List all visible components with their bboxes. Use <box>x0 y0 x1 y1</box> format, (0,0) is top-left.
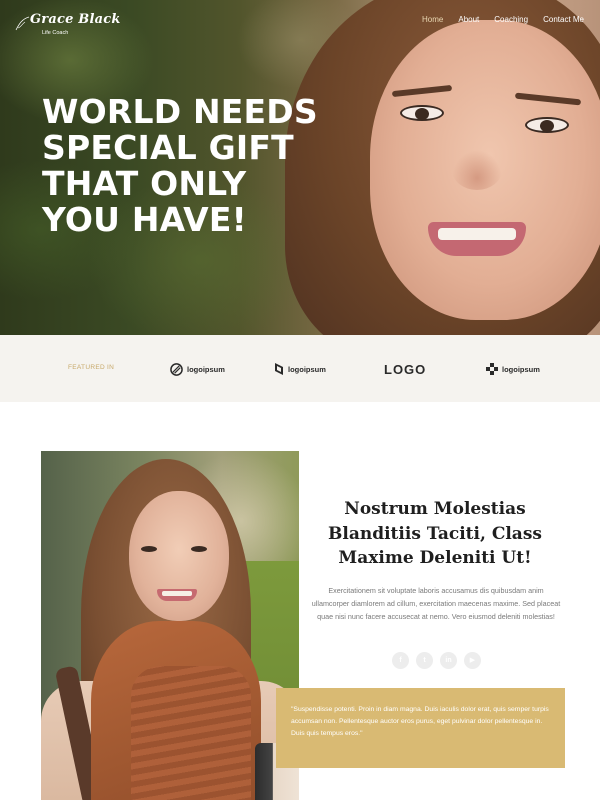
hero-title-line: THAT ONLY <box>42 164 247 203</box>
hero-title: WORLD NEEDS SPECIAL GIFT THAT ONLY YOU H… <box>42 94 332 238</box>
site-logo[interactable]: Grace Black Life Coach <box>14 10 120 38</box>
photo-scarf-knit <box>131 666 251 800</box>
nav-home[interactable]: Home <box>422 15 443 24</box>
facebook-icon[interactable]: f <box>392 652 409 669</box>
photo-eye-right <box>191 546 207 552</box>
brand-logo: logoipsum <box>170 361 225 377</box>
social-links: f t in ▶ <box>392 652 481 669</box>
hero-smile <box>428 222 526 256</box>
hero-eye-left <box>400 105 444 121</box>
hero-title-line: SPECIAL GIFT <box>42 128 294 167</box>
linkedin-glyph: in <box>445 657 452 664</box>
hero-nose <box>452 150 502 190</box>
logo-name: Grace Black <box>30 12 121 27</box>
brand-name: logoipsum <box>187 364 225 374</box>
linkedin-icon[interactable]: in <box>440 652 457 669</box>
brand-logo: logoipsum <box>486 361 540 377</box>
quote-box: "Suspendisse potenti. Proin in diam magn… <box>276 688 565 768</box>
featured-label: FEATURED IN <box>68 364 115 371</box>
brand-shape-icon <box>275 363 283 375</box>
photo-smile <box>157 589 197 601</box>
brand-cross-icon <box>486 363 498 375</box>
brand-name: logoipsum <box>288 364 326 374</box>
brand-logo: logoipsum <box>274 361 326 377</box>
quote-text: "Suspendisse potenti. Proin in diam magn… <box>291 706 549 737</box>
photo-face <box>129 491 229 621</box>
hero-eye-right <box>525 117 569 133</box>
section-body-text: Exercitationem sit voluptate laboris acc… <box>311 586 561 621</box>
nav-coaching[interactable]: Coaching <box>494 15 528 24</box>
youtube-icon[interactable]: ▶ <box>464 652 481 669</box>
hero-title-line: YOU HAVE! <box>42 200 247 239</box>
nav-contact[interactable]: Contact Me <box>543 15 584 24</box>
brand-name: LOGO <box>384 361 427 377</box>
twitter-icon[interactable]: t <box>416 652 433 669</box>
photo-eye-left <box>141 546 157 552</box>
logo-subtitle: Life Coach <box>42 30 69 36</box>
hero-section: Grace Black Life Coach Home About Coachi… <box>0 0 600 335</box>
youtube-glyph: ▶ <box>469 657 476 664</box>
twitter-glyph: t <box>423 657 426 664</box>
brand-name: logoipsum <box>502 364 540 374</box>
nav-about[interactable]: About <box>458 15 479 24</box>
hero-title-line: WORLD NEEDS <box>42 92 318 131</box>
section-heading: Nostrum Molestias Blanditiis Taciti, Cla… <box>328 499 542 568</box>
facebook-glyph: f <box>399 657 402 664</box>
featured-in-bar: FEATURED IN logoipsum logoipsum LOGO log… <box>0 335 600 402</box>
brand-logo: LOGO <box>384 361 426 377</box>
main-nav: Home About Coaching Contact Me <box>422 15 584 24</box>
coach-photo <box>41 451 299 800</box>
brand-circle-icon <box>170 362 183 376</box>
